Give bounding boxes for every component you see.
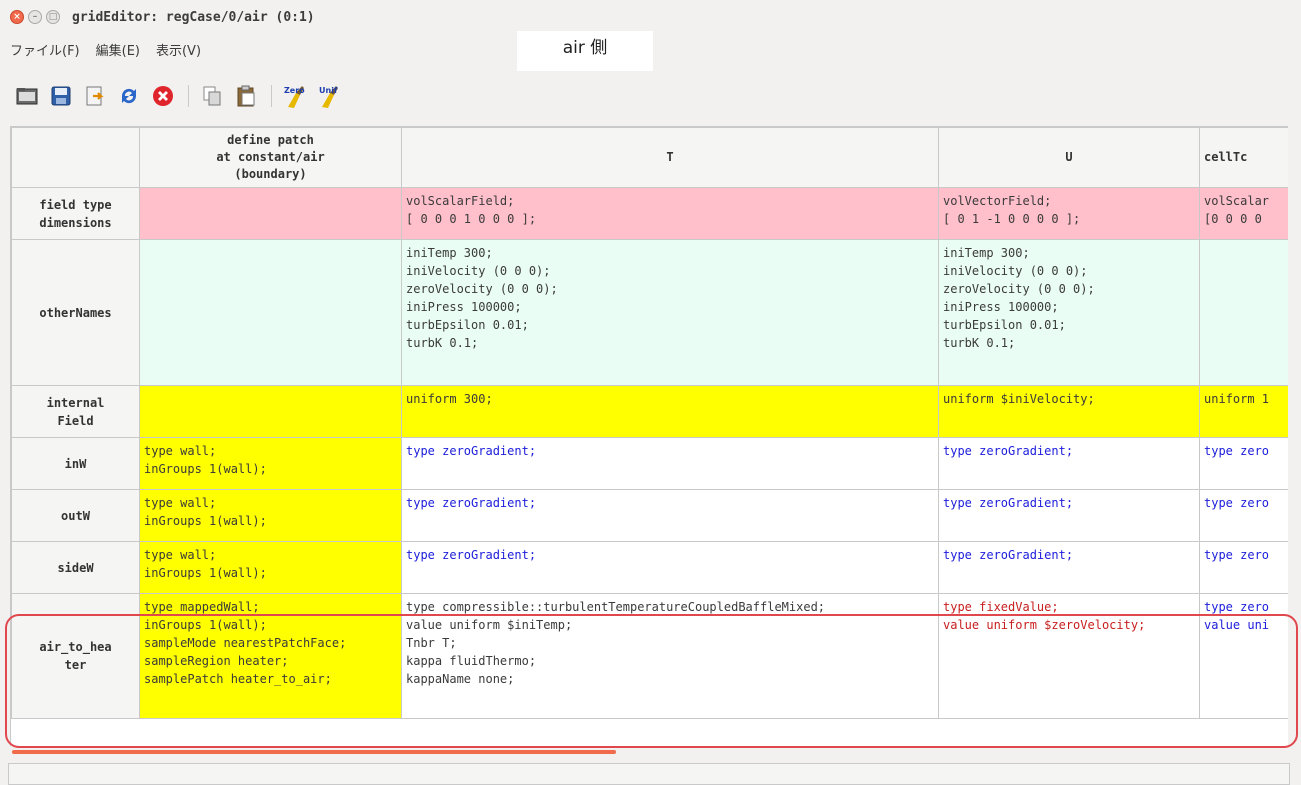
grid-cell[interactable]: type zero — [1199, 489, 1288, 542]
toolbar-separator — [271, 85, 272, 107]
export-icon[interactable] — [82, 83, 108, 109]
column-header[interactable]: define patch at constant/air (boundary) — [139, 127, 402, 188]
unif-icon[interactable]: Unif — [316, 83, 342, 109]
grid-cell[interactable]: type zero value uni — [1199, 593, 1288, 719]
cancel-icon[interactable] — [150, 83, 176, 109]
menu-file[interactable]: ファイル(F) — [10, 40, 80, 59]
row-header[interactable]: field type dimensions — [11, 187, 140, 240]
menu-edit[interactable]: 編集(E) — [96, 40, 140, 59]
copy-icon[interactable] — [199, 83, 225, 109]
table-row: air_to_hea ter type mappedWall; inGroups … — [11, 593, 1288, 719]
grid-cell[interactable]: type zero — [1199, 437, 1288, 490]
window-title: gridEditor: regCase/0/air (0:1) — [72, 9, 315, 25]
corner-cell[interactable] — [11, 127, 140, 188]
grid-cell[interactable]: type compressible::turbulentTemperatureC… — [401, 593, 939, 719]
grid-cell[interactable]: type zeroGradient; — [938, 437, 1200, 490]
minimize-window-icon[interactable]: – — [28, 10, 42, 24]
grid-cell[interactable]: type zeroGradient; — [401, 437, 939, 490]
grid-cell[interactable]: type wall; inGroups 1(wall); — [139, 489, 402, 542]
grid-cell[interactable]: type zeroGradient; — [401, 541, 939, 594]
menu-view[interactable]: 表示(V) — [156, 40, 201, 59]
svg-text:Unif: Unif — [319, 86, 338, 95]
grid-cell[interactable] — [139, 239, 402, 386]
row-header[interactable]: otherNames — [11, 239, 140, 386]
grid-cell[interactable]: volScalar [0 0 0 0 — [1199, 187, 1288, 240]
maximize-window-icon[interactable]: □ — [46, 10, 60, 24]
table-row: outW type wall; inGroups 1(wall); type zer… — [11, 489, 1288, 542]
status-bar — [8, 763, 1290, 785]
row-header[interactable]: sideW — [11, 541, 140, 594]
grid-cell[interactable]: uniform 1 — [1199, 385, 1288, 438]
row-header[interactable]: air_to_hea ter — [11, 593, 140, 719]
column-header[interactable]: cellTc — [1199, 127, 1288, 188]
save-icon[interactable] — [48, 83, 74, 109]
grid-cell[interactable]: type zero — [1199, 541, 1288, 594]
column-header[interactable]: T — [401, 127, 939, 188]
column-header[interactable]: U — [938, 127, 1200, 188]
grid-cell[interactable]: type zeroGradient; — [938, 489, 1200, 542]
row-header[interactable]: outW — [11, 489, 140, 542]
refresh-icon[interactable] — [116, 83, 142, 109]
grid-cell[interactable] — [139, 385, 402, 438]
row-header[interactable]: inW — [11, 437, 140, 490]
toolbar-separator — [188, 85, 189, 107]
toolbar: Zero Unif — [0, 78, 350, 114]
annotation-label: air 側 — [517, 31, 653, 71]
grid-cell[interactable]: volVectorField; [ 0 1 -1 0 0 0 0 ]; — [938, 187, 1200, 240]
grid-cell[interactable]: type mappedWall; inGroups 1(wall); sampl… — [139, 593, 402, 719]
grid-cell[interactable]: type wall; inGroups 1(wall); — [139, 541, 402, 594]
open-folder-icon[interactable] — [14, 83, 40, 109]
grid-cell[interactable]: type zeroGradient; — [938, 541, 1200, 594]
table-row: internal Field uniform 300; uniform $iniVe… — [11, 385, 1288, 438]
grid-cell[interactable]: type fixedValue; value uniform $zeroVelo… — [938, 593, 1200, 719]
table-row: field type dimensions volScalarField; [ 0… — [11, 187, 1288, 240]
grid-cell[interactable]: volScalarField; [ 0 0 0 1 0 0 0 ]; — [401, 187, 939, 240]
zero-icon[interactable]: Zero — [282, 83, 308, 109]
table-row: sideW type wall; inGroups 1(wall); type ze… — [11, 541, 1288, 594]
row-header[interactable]: internal Field — [11, 385, 140, 438]
grid-cell[interactable]: type wall; inGroups 1(wall); — [139, 437, 402, 490]
column-header-row: define patch at constant/air (boundary) T… — [11, 127, 1288, 188]
svg-text:Zero: Zero — [284, 86, 305, 95]
title-bar: × – □ gridEditor: regCase/0/air (0:1) — [0, 0, 1301, 34]
grid-cell[interactable]: iniTemp 300; iniVelocity (0 0 0); zeroVe… — [401, 239, 939, 386]
close-window-icon[interactable]: × — [10, 10, 24, 24]
grid-cell[interactable]: uniform $iniVelocity; — [938, 385, 1200, 438]
horizontal-scrollbar[interactable] — [12, 750, 616, 754]
grid-cell[interactable]: iniTemp 300; iniVelocity (0 0 0); zeroVe… — [938, 239, 1200, 386]
grid-cell[interactable]: uniform 300; — [401, 385, 939, 438]
grid-cell[interactable]: type zeroGradient; — [401, 489, 939, 542]
menu-bar: ファイル(F) 編集(E) 表示(V) — [0, 36, 217, 62]
paste-icon[interactable] — [233, 83, 259, 109]
table-row: otherNames iniTemp 300; iniVelocity (0 0 … — [11, 239, 1288, 386]
table-row: inW type wall; inGroups 1(wall); type zero… — [11, 437, 1288, 490]
grid-cell[interactable] — [139, 187, 402, 240]
grid-cell[interactable] — [1199, 239, 1288, 386]
grid-editor-table: define patch at constant/air (boundary) T… — [10, 126, 1288, 746]
